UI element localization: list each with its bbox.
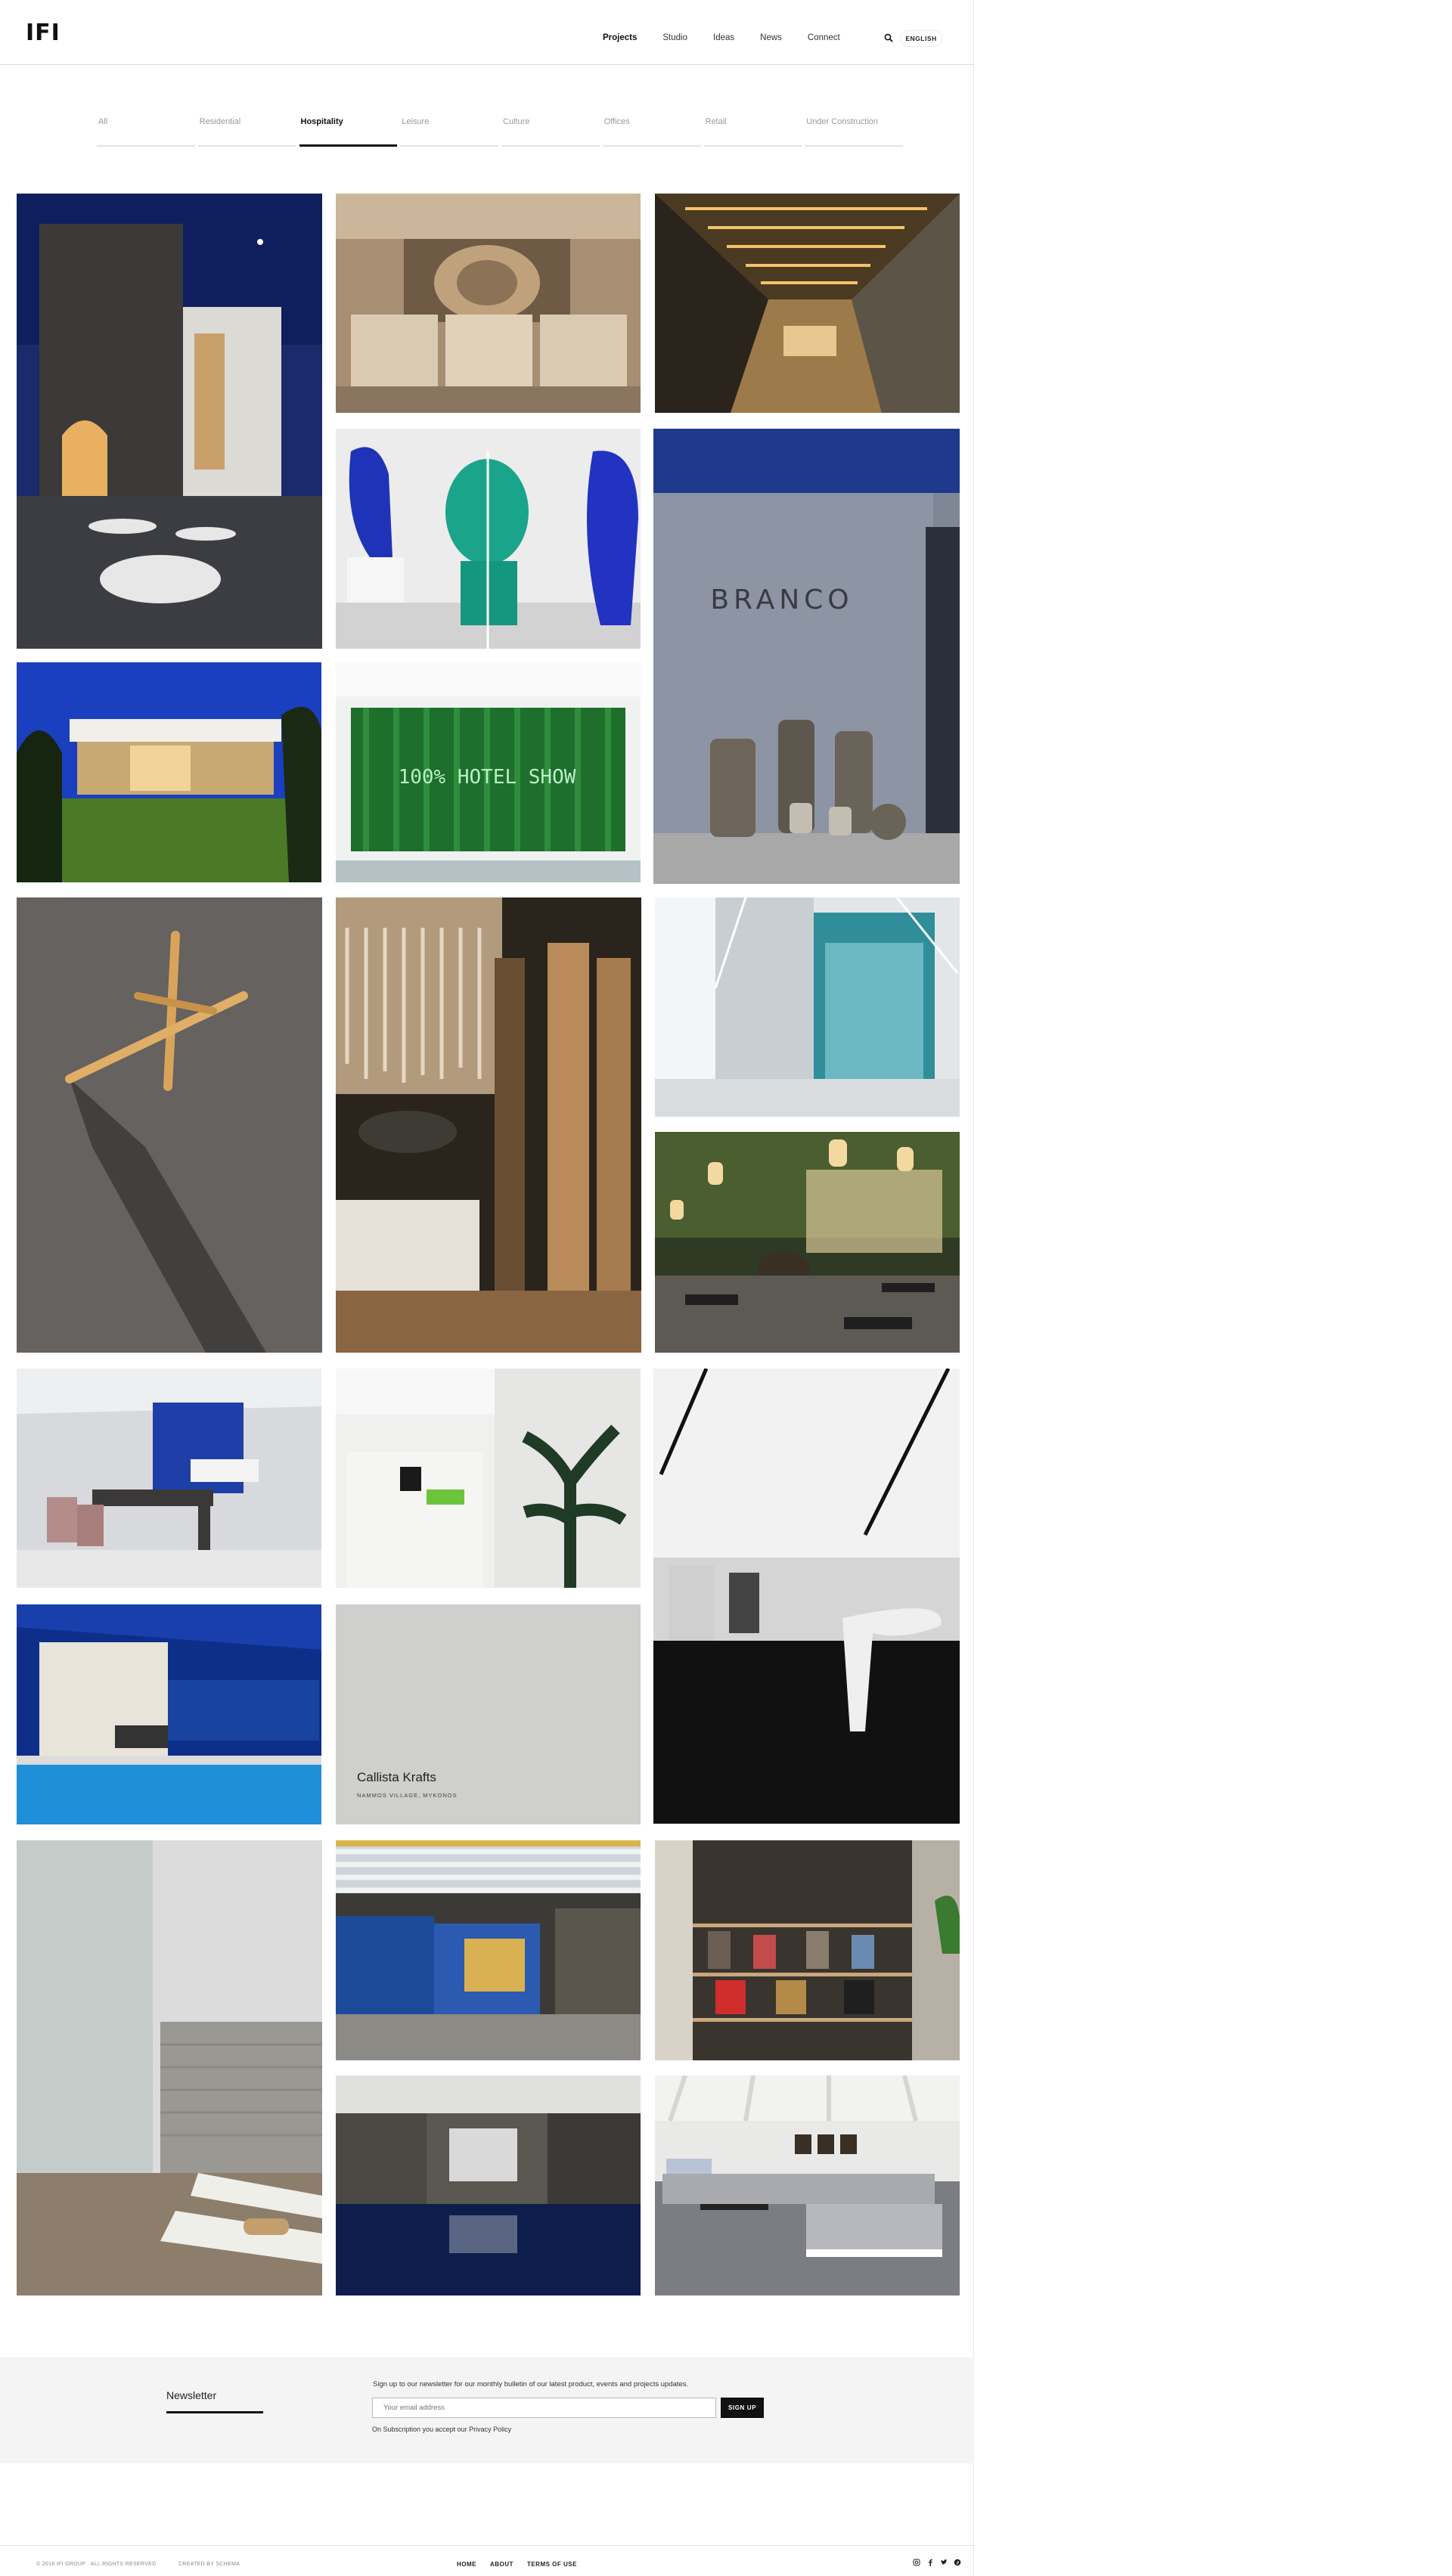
project-title: Callista Krafts	[357, 1770, 436, 1784]
filter-under-construction[interactable]: Under Construction	[805, 117, 903, 149]
project-tile-corridor[interactable]	[655, 194, 960, 413]
newsletter-section: Newsletter Sign up to our newsletter for…	[0, 2357, 974, 2463]
project-tile-night-villa[interactable]	[17, 194, 322, 649]
category-filters: All Residential Hospitality Leisure Cult…	[97, 117, 903, 149]
filter-culture[interactable]: Culture	[501, 117, 600, 149]
instagram-icon[interactable]	[913, 2559, 920, 2568]
project-tile-pool-night[interactable]	[17, 1604, 321, 1824]
project-tile-boutique-black[interactable]	[653, 1369, 960, 1824]
page: IFI Projects Studio Ideas News Connect E…	[0, 0, 974, 2576]
nav-projects[interactable]: Projects	[603, 33, 637, 42]
filter-residential[interactable]: Residential	[197, 117, 296, 149]
main-nav: Projects Studio Ideas News Connect	[603, 33, 866, 42]
social-links	[913, 2559, 961, 2568]
footer-link-about[interactable]: ABOUT	[490, 2561, 513, 2568]
site-header: IFI Projects Studio Ideas News Connect E…	[0, 0, 974, 65]
project-tile-bag-shop[interactable]	[655, 1840, 960, 2060]
svg-text:100% HOTEL SHOW: 100% HOTEL SHOW	[399, 766, 576, 789]
project-tile-body-tree[interactable]	[336, 1369, 641, 1588]
footer-link-terms[interactable]: TERMS OF USE	[527, 2561, 577, 2568]
logo[interactable]: IFI	[26, 20, 60, 46]
project-tile-branco-mykonos[interactable]: BRANCO	[653, 429, 960, 884]
twitter-icon[interactable]	[940, 2559, 948, 2568]
project-caption-callista-krafts[interactable]: Callista Krafts NAMMOS VILLAGE, MYKONOS	[336, 1604, 641, 1824]
filter-label: Hospitality	[300, 117, 343, 126]
project-tile-office-glass[interactable]	[655, 897, 960, 1117]
credit-link[interactable]: CREATED BY SCHEMA	[178, 2562, 240, 2567]
filter-label: Leisure	[402, 117, 430, 126]
pinterest-icon[interactable]	[954, 2559, 961, 2568]
language-switch[interactable]: ENGLISH	[900, 30, 942, 47]
footer-link-home[interactable]: HOME	[457, 2561, 476, 2568]
newsletter-intro: Sign up to our newsletter for our monthl…	[373, 2380, 689, 2388]
footer-divider	[0, 2545, 974, 2546]
filter-label: All	[98, 117, 108, 126]
nav-connect[interactable]: Connect	[808, 33, 840, 42]
project-tile-sculptures[interactable]	[336, 429, 641, 649]
facebook-icon[interactable]	[926, 2559, 934, 2568]
project-tile-stone-pool[interactable]	[336, 2075, 641, 2295]
project-tile-wall-sculpture[interactable]	[17, 897, 322, 1353]
search-icon[interactable]	[884, 33, 893, 42]
filter-label: Under Construction	[806, 117, 879, 126]
filter-hospitality[interactable]: Hospitality	[299, 117, 398, 149]
newsletter-title-underline	[166, 2411, 263, 2413]
project-tile-pergola[interactable]	[336, 1840, 641, 2060]
project-tile-modern-house[interactable]	[17, 662, 321, 882]
nav-news[interactable]: News	[760, 33, 782, 42]
project-tile-restaurant-blue[interactable]	[17, 1369, 321, 1588]
project-tile-palm-lounge[interactable]	[336, 897, 641, 1353]
nav-studio[interactable]: Studio	[662, 33, 687, 42]
filter-label: Residential	[199, 117, 241, 126]
project-tile-living-room[interactable]	[655, 2075, 960, 2295]
filter-label: Offices	[603, 117, 630, 126]
filter-label: Culture	[503, 117, 530, 126]
privacy-note[interactable]: On Subscription you accept our Privacy P…	[372, 2426, 511, 2433]
project-tile-garden-restaurant[interactable]	[655, 1132, 960, 1353]
project-tile-spa-loungers[interactable]	[17, 1840, 322, 2295]
project-tile-hotel-show[interactable]: 100% HOTEL SHOW	[336, 662, 641, 882]
filter-offices[interactable]: Offices	[602, 117, 701, 149]
copyright: © 2018 IFI GROUP · ALL RIGHTS RESERVED	[36, 2562, 157, 2567]
newsletter-title: Newsletter	[166, 2389, 217, 2401]
filter-retail[interactable]: Retail	[703, 117, 802, 149]
svg-text:BRANCO: BRANCO	[710, 584, 853, 615]
filter-label: Retail	[705, 117, 727, 126]
filter-leisure[interactable]: Leisure	[400, 117, 498, 149]
nav-ideas[interactable]: Ideas	[713, 33, 734, 42]
filter-all[interactable]: All	[97, 117, 195, 149]
footer-nav: HOME ABOUT TERMS OF USE	[457, 2561, 591, 2568]
project-location: NAMMOS VILLAGE, MYKONOS	[357, 1792, 458, 1799]
signup-button[interactable]: SIGN UP	[721, 2398, 764, 2418]
project-tile-lobby[interactable]	[336, 194, 641, 413]
email-field[interactable]	[372, 2398, 716, 2418]
